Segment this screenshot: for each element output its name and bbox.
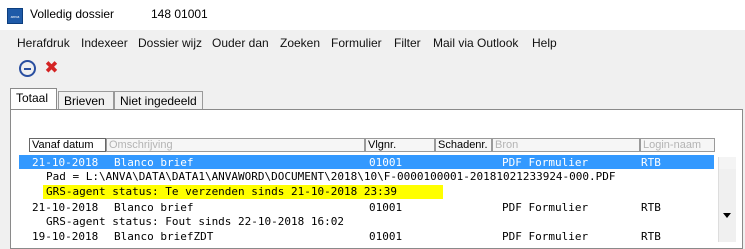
row-desc: Blanco brief (114, 201, 194, 214)
scroll-up-button[interactable] (719, 157, 736, 169)
toolbar: ✖ (0, 56, 745, 82)
row-status: GRS-agent status: Te verzenden sinds 21-… (46, 185, 397, 198)
tab-totaal[interactable]: Totaal (10, 88, 57, 110)
menu-mail-outlook[interactable]: Mail via Outlook (433, 36, 518, 50)
row-status: GRS-agent status: Fout sinds 22-10-2018 … (46, 215, 345, 228)
menu-bar: Herafdruk Indexeer Dossier wijz Ouder da… (0, 33, 745, 53)
window-title: Volledig dossier (30, 7, 115, 21)
dossier-number: 148 01001 (151, 7, 208, 21)
menu-filter[interactable]: Filter (394, 36, 421, 50)
row-login: RTB (641, 156, 661, 169)
app-logo-icon: anva (7, 8, 23, 24)
column-bron[interactable]: Bron (492, 138, 640, 152)
row-desc: Blanco brief (114, 156, 194, 169)
row-bron: PDF Formulier (502, 156, 589, 169)
minus-circle-icon[interactable] (19, 60, 36, 77)
row-bron: PDF Formulier (502, 201, 589, 214)
menu-formulier[interactable]: Formulier (331, 36, 382, 50)
menu-zoeken[interactable]: Zoeken (280, 36, 320, 50)
title-bar: anva Volledig dossier 148 01001 (0, 0, 745, 30)
column-schadenr[interactable]: Schadenr. (435, 138, 492, 152)
menu-indexeer[interactable]: Indexeer (81, 36, 128, 50)
menu-herafdruk[interactable]: Herafdruk (17, 36, 70, 50)
tab-niet-ingedeeld[interactable]: Niet ingedeeld (114, 91, 203, 109)
document-rows: 21-10-2018 Blanco brief 01001 PDF Formul… (19, 155, 719, 243)
column-omschrijving[interactable]: Omschrijving (106, 138, 365, 152)
row-vlgnr: 01001 (369, 156, 403, 169)
app-logo-text: anva (10, 14, 20, 19)
menu-ouder-dan[interactable]: Ouder dan (212, 36, 269, 50)
tab-brieven[interactable]: Brieven (58, 91, 114, 109)
row-path: Pad = L:\ANVA\DATA\DATA1\ANVAWORD\DOCUME… (46, 170, 616, 183)
row-date: 21-10-2018 (32, 201, 99, 214)
row-vlgnr: 01001 (369, 201, 403, 214)
row-login: RTB (641, 201, 661, 214)
column-login-naam[interactable]: Login-naam (640, 138, 715, 152)
menu-dossier-wijz[interactable]: Dossier wijz (138, 36, 202, 50)
column-vlgnr[interactable]: Vlgnr. (365, 138, 435, 152)
row-date: 21-10-2018 (32, 156, 99, 169)
menu-help[interactable]: Help (532, 36, 557, 50)
column-vanaf-datum[interactable]: Vanaf datum (29, 138, 106, 152)
close-icon[interactable]: ✖ (43, 60, 60, 77)
scroll-down-arrow-icon[interactable] (719, 207, 736, 224)
vertical-scrollbar[interactable] (718, 157, 736, 242)
